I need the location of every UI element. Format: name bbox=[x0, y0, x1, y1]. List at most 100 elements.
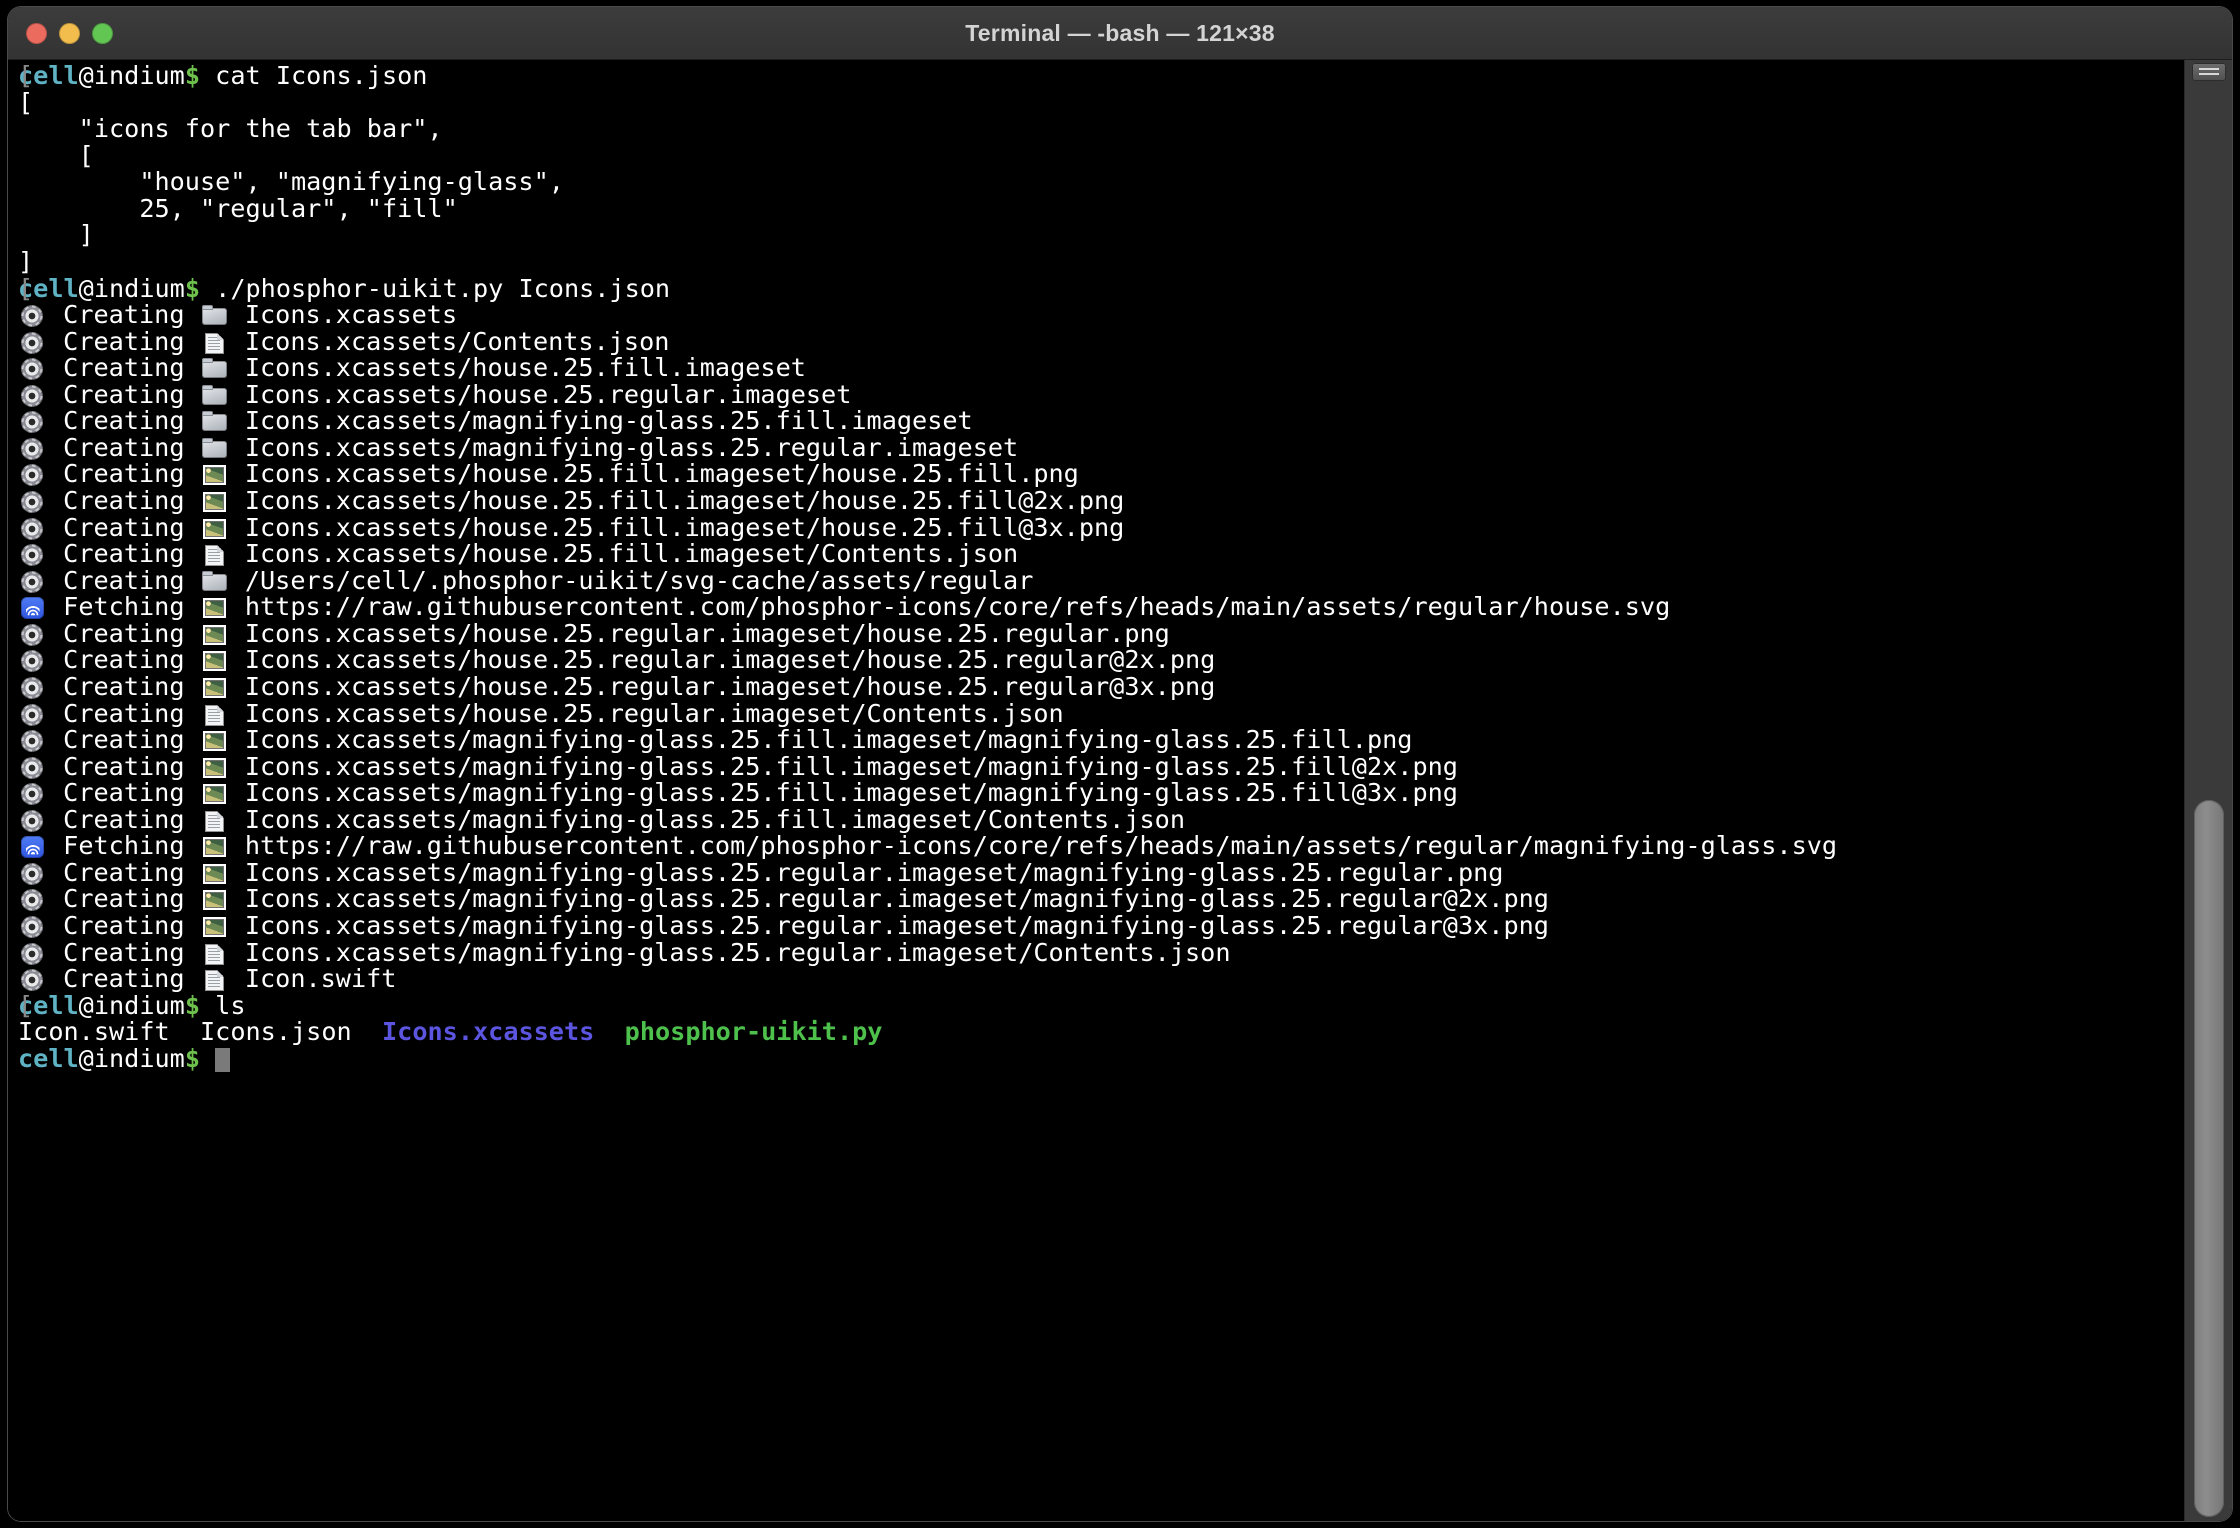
output-line: Creating Icons.xcassets/house.25.regular… bbox=[18, 671, 2184, 701]
ls-output-line: Icon.swift Icons.json Icons.xcassets pho… bbox=[18, 1017, 2184, 1047]
close-button[interactable] bbox=[26, 22, 47, 44]
window-titlebar[interactable]: Terminal — -bash — 121×38 bbox=[8, 7, 2232, 60]
document-icon bbox=[200, 969, 230, 992]
picture-icon bbox=[200, 730, 230, 752]
output-verb: Creating bbox=[48, 804, 200, 834]
file-content-line: "house", "magnifying-glass", bbox=[18, 167, 2184, 197]
scroll-lines-icon[interactable] bbox=[2192, 63, 2226, 81]
vertical-scrollbar[interactable] bbox=[2184, 60, 2232, 1521]
output-verb: Creating bbox=[48, 884, 200, 914]
output-line: Creating Icons.xcassets/magnifying-glass… bbox=[18, 432, 2184, 462]
file-content-line: [ bbox=[18, 87, 2184, 117]
file-content-text: ] bbox=[18, 220, 94, 250]
gear-icon bbox=[18, 623, 48, 646]
output-path: /Users/cell/.phosphor-uikit/svg-cache/as… bbox=[229, 565, 1034, 595]
prompt-host: @indium bbox=[78, 1043, 185, 1073]
gear-icon bbox=[18, 969, 48, 992]
output-path: https://raw.githubusercontent.com/phosph… bbox=[229, 592, 1671, 622]
prompt-host: @indium bbox=[78, 990, 185, 1020]
gear-icon bbox=[18, 650, 48, 673]
picture-icon bbox=[200, 916, 230, 938]
document-icon bbox=[200, 544, 230, 567]
document-icon bbox=[200, 943, 230, 965]
gear-icon bbox=[18, 809, 48, 832]
output-path: Icons.xcassets/magnifying-glass.25.regul… bbox=[229, 884, 1549, 914]
prompt-line: cell@indium$ bbox=[18, 1043, 2184, 1073]
zoom-button[interactable] bbox=[92, 22, 113, 44]
output-path: Icons.xcassets/magnifying-glass.25.fill.… bbox=[229, 751, 1458, 781]
gear-icon bbox=[18, 942, 48, 965]
output-path: Icons.xcassets bbox=[229, 300, 458, 330]
output-line: Creating Icons.xcassets/magnifying-glass… bbox=[18, 804, 2184, 834]
text-cursor[interactable] bbox=[215, 1047, 231, 1072]
scrollbar-thumb[interactable] bbox=[2194, 800, 2224, 1517]
prompt-symbol: $ bbox=[184, 990, 200, 1020]
picture-icon bbox=[200, 889, 230, 911]
output-verb: Creating bbox=[48, 671, 200, 701]
output-path: Icons.xcassets/magnifying-glass.25.fill.… bbox=[229, 406, 973, 436]
gear-icon bbox=[18, 916, 48, 938]
output-verb: Creating bbox=[48, 406, 200, 436]
output-verb: Creating bbox=[48, 698, 200, 728]
prompt-start-marker: [ bbox=[18, 61, 34, 90]
output-verb: Creating bbox=[48, 751, 200, 781]
output-path: Icons.xcassets/magnifying-glass.25.regul… bbox=[229, 911, 1549, 940]
gear-icon bbox=[18, 331, 48, 354]
output-line: Creating Icons.xcassets/magnifying-glass… bbox=[18, 859, 2184, 887]
gear-icon bbox=[18, 730, 48, 753]
output-verb: Creating bbox=[48, 911, 200, 940]
document-icon bbox=[200, 332, 230, 354]
output-path: Icons.xcassets/magnifying-glass.25.regul… bbox=[229, 937, 1231, 967]
picture-icon bbox=[200, 491, 230, 513]
file-content-line: "icons for the tab bar", bbox=[18, 115, 2184, 143]
gear-icon bbox=[18, 491, 48, 513]
output-line: Creating Icons.xcassets/house.25.fill.im… bbox=[18, 461, 2184, 488]
picture-icon bbox=[200, 863, 230, 885]
prompt-symbol: $ bbox=[184, 273, 200, 303]
output-line: Fetching https://raw.githubusercontent.c… bbox=[18, 833, 2184, 860]
gear-icon bbox=[18, 517, 48, 540]
gear-icon bbox=[18, 783, 48, 806]
wifi-icon bbox=[18, 836, 48, 859]
file-content-text: [ bbox=[18, 87, 34, 117]
output-line: Creating Icon.swift bbox=[18, 964, 2184, 994]
output-line: Creating Icons.xcassets/magnifying-glass… bbox=[18, 779, 2184, 807]
gear-icon bbox=[18, 889, 48, 912]
output-path: Icons.xcassets/house.25.fill.imageset/ho… bbox=[229, 486, 1125, 515]
gear-icon bbox=[18, 437, 48, 460]
ls-separator bbox=[170, 1017, 200, 1046]
ls-entry-executable: phosphor-uikit.py bbox=[624, 1017, 883, 1047]
output-line: Creating Icons.xcassets/magnifying-glass… bbox=[18, 886, 2184, 913]
picture-icon bbox=[200, 464, 230, 486]
ls-entry-directory: Icons.xcassets bbox=[382, 1017, 595, 1047]
picture-icon bbox=[200, 677, 230, 699]
file-content-line: ] bbox=[18, 222, 2184, 249]
file-content-line: [ bbox=[18, 140, 2184, 170]
file-content-text: [ bbox=[18, 140, 94, 170]
output-verb: Creating bbox=[48, 459, 200, 489]
prompt-start-marker: [ bbox=[18, 990, 34, 1020]
output-line: Creating Icons.xcassets/magnifying-glass… bbox=[18, 937, 2184, 967]
output-verb: Creating bbox=[48, 964, 200, 994]
output-verb: Creating bbox=[48, 432, 200, 462]
prompt-symbol: $ bbox=[184, 61, 200, 90]
output-line: Creating Icons.xcassets/house.25.regular… bbox=[18, 381, 2184, 409]
terminal-screen[interactable]: [cell@indium$ cat Icons.json[ "icons for… bbox=[8, 60, 2184, 1521]
folder-icon bbox=[200, 570, 230, 593]
output-verb: Fetching bbox=[48, 592, 200, 622]
picture-icon bbox=[200, 783, 230, 805]
file-content-text: "house", "magnifying-glass", bbox=[18, 167, 564, 197]
output-path: Icons.xcassets/magnifying-glass.25.fill.… bbox=[229, 725, 1413, 755]
picture-icon bbox=[200, 597, 230, 619]
output-verb: Creating bbox=[48, 645, 200, 675]
gear-icon bbox=[18, 384, 48, 407]
output-line: Creating Icons.xcassets/magnifying-glass… bbox=[18, 408, 2184, 435]
output-verb: Creating bbox=[48, 618, 200, 648]
minimize-button[interactable] bbox=[59, 22, 80, 44]
output-line: Creating Icons.xcassets/magnifying-glass… bbox=[18, 751, 2184, 781]
output-verb: Creating bbox=[48, 300, 200, 330]
ls-separator bbox=[352, 1017, 382, 1046]
output-line: Creating Icons.xcassets/Contents.json bbox=[18, 328, 2184, 356]
picture-icon bbox=[200, 836, 230, 858]
terminal-body[interactable]: [cell@indium$ cat Icons.json[ "icons for… bbox=[8, 60, 2232, 1521]
